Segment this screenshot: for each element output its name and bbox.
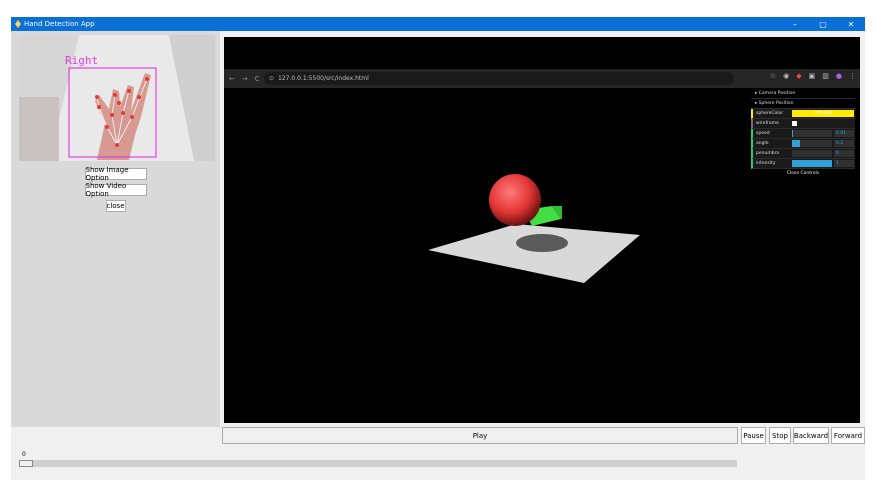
gui-slider[interactable] [792,140,832,147]
app-window: Hand Detection App – ▢ ✕ Right Show Imag… [11,17,865,480]
forward-arrow-icon: → [241,74,248,83]
hand-preview-canvas: Right [19,35,215,161]
gui-row-label: angle [756,141,769,146]
gui-row-label: penumbra [756,151,780,156]
minimize-button[interactable]: – [781,17,809,31]
forward-button[interactable]: Forward [831,427,865,444]
app-icon [15,20,21,28]
close-controls-button[interactable]: Close Controls [751,169,855,178]
camera-position-folder[interactable]: ▸ Camera Position [751,89,855,99]
gui-row-intensity: intensity 1 [751,159,855,169]
sidebar-icon: ▥ [822,72,829,80]
sphere-color-label: sphereColor [756,111,784,116]
gui-row-speed: speed 0.01 [751,129,855,139]
hand-preview-image: Right [19,35,215,161]
controls-panel: ▸ Camera Position ▸ Sphere Position sphe… [751,89,855,178]
ground-plane [428,224,640,283]
gui-number-field[interactable]: 0.01 [834,130,854,137]
kebab-menu-icon: ⋮ [849,72,856,80]
scale-handle[interactable] [19,460,33,467]
hand-label: Right [65,54,98,67]
wireframe-checkbox[interactable] [792,121,797,126]
gui-slider[interactable] [792,160,832,167]
puzzle-icon: ▣ [808,72,816,80]
gui-slider-fill [792,160,832,167]
backward-button[interactable]: Backward [793,427,829,444]
extension-icon: ◉ [783,72,790,80]
close-window-button[interactable]: ✕ [837,17,865,31]
stop-button[interactable]: Stop [769,427,791,444]
video-viewer: ← → C ⊙ 127.0.0.1:5500/src/index.html ☆ … [224,37,860,423]
shadow-ellipse [516,234,568,252]
gui-row-angle: angle 0.2 [751,139,855,149]
url-field: ⊙ 127.0.0.1:5500/src/index.html [264,72,734,85]
color-extension-icon: ◆ [796,72,802,80]
maximize-button[interactable]: ▢ [809,17,837,31]
gui-row-penumbra: penumbra 0 [751,149,855,159]
gui-slider-fill [792,130,793,137]
red-sphere [489,174,541,226]
sphere-position-folder[interactable]: ▸ Sphere Position [751,99,855,109]
gui-number-field[interactable]: 0.2 [834,140,854,147]
viewer-top-band [224,37,860,69]
wireframe-row: wireframe [751,119,855,129]
show-video-option-button[interactable]: Show Video Option [84,182,147,198]
star-icon: ☆ [769,72,777,80]
gui-number-field[interactable]: 1 [834,160,854,167]
url-text: 127.0.0.1:5500/src/index.html [278,75,369,82]
gui-slider[interactable] [792,150,832,157]
sphere-color-swatch[interactable]: #ffea00 [792,110,854,117]
back-arrow-icon: ← [229,74,235,83]
sphere-color-row: sphereColor #ffea00 [751,109,855,119]
close-button[interactable]: close [105,200,126,212]
gui-slider[interactable] [792,130,832,137]
gui-number-field[interactable]: 0 [834,150,854,157]
scale-trough[interactable] [19,460,737,467]
title-bar: Hand Detection App – ▢ ✕ [11,17,865,31]
pause-button[interactable]: Pause [741,427,766,444]
browser-address-bar: ← → C ⊙ 127.0.0.1:5500/src/index.html ☆ … [224,69,860,88]
gui-row-label: speed [756,131,770,136]
gui-slider-fill [792,140,800,147]
left-panel: Right Show Image Option Show Video Optio… [11,31,220,427]
browser-toolbar-icons: ☆ ◉ ◆ ▣ ▥ ● ⋮ [770,72,856,80]
scale-value-label: 0 [22,451,26,458]
site-info-icon: ⊙ [269,75,275,82]
profile-icon: ● [835,72,842,80]
gui-row-label: intensity [756,161,776,166]
gui-slider-rows: speed 0.01 angle 0.2 penumbra 0 intensity 1 [751,129,855,169]
show-image-option-button[interactable]: Show Image Option [84,166,147,182]
play-button[interactable]: Play [222,427,738,444]
wireframe-label: wireframe [756,121,779,126]
reload-icon: C [254,74,260,83]
window-title: Hand Detection App [24,20,95,28]
